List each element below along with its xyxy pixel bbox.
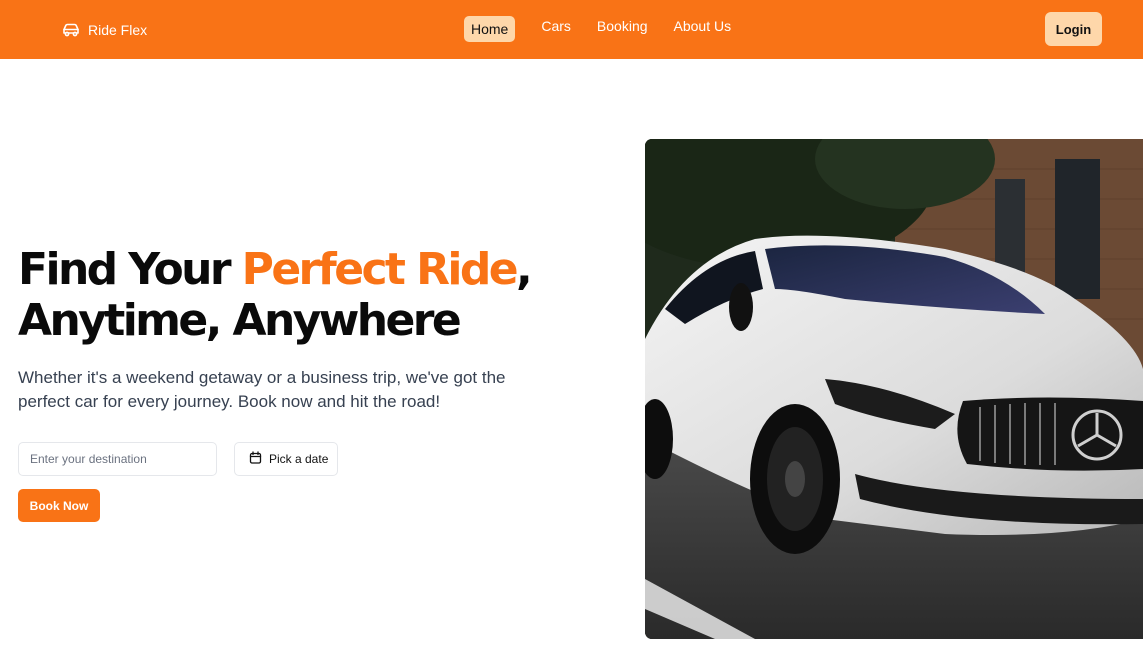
main-nav: Home Cars Booking About Us [464,16,731,42]
headline-accent: Perfect Ride [241,244,519,295]
navbar: Ride Flex Home Cars Booking About Us Log… [0,0,1143,59]
destination-input[interactable] [18,442,217,476]
hero-headline: Find Your Perfect Ride, Anytime, Anywhere [18,244,618,346]
nav-link-about-us[interactable]: About Us [674,16,732,36]
brand-name: Ride Flex [88,22,148,38]
headline-part2: , [515,244,533,295]
nav-link-cars[interactable]: Cars [541,16,571,36]
hero-subtext: Whether it's a weekend getaway or a busi… [18,368,506,411]
headline-part1: Find Your [18,244,242,295]
headline-line2: Anytime, Anywhere [18,295,462,346]
brand-logo[interactable]: Ride Flex [62,20,147,40]
pick-date-label: Pick a date [269,452,329,466]
book-now-button[interactable]: Book Now [18,489,100,522]
hero-car-image [645,139,1143,639]
nav-link-booking[interactable]: Booking [597,16,648,36]
pick-date-button[interactable]: Pick a date [234,442,338,476]
calendar-icon [249,451,262,467]
login-button[interactable]: Login [1045,12,1102,46]
nav-link-home[interactable]: Home [464,16,516,42]
car-icon [62,23,80,37]
